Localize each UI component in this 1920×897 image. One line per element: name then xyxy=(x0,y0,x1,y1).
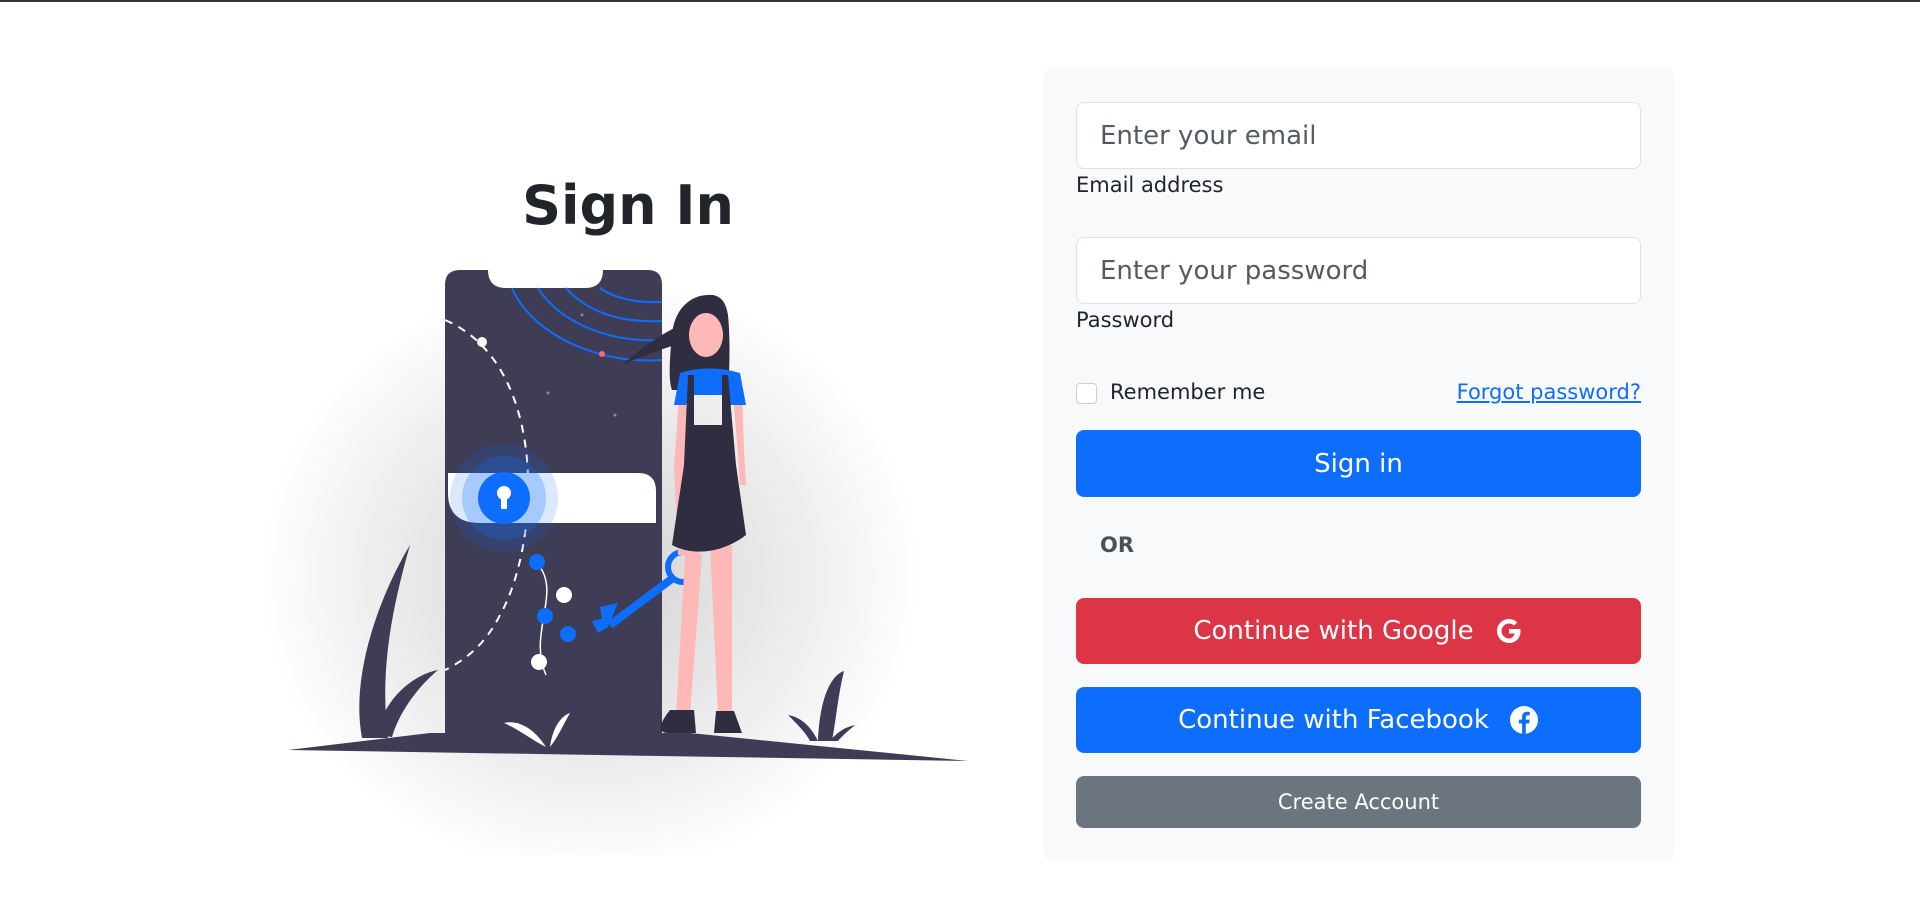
google-button-label: Continue with Google xyxy=(1193,616,1474,646)
email-field-group: Email address xyxy=(1076,102,1641,197)
google-sign-in-button[interactable]: Continue with Google xyxy=(1076,598,1641,664)
page-title: Sign In xyxy=(522,174,734,237)
or-divider: OR xyxy=(1100,533,1135,557)
remember-row: Remember me Forgot password? xyxy=(1076,377,1641,411)
facebook-icon xyxy=(1509,705,1539,735)
create-account-label: Create Account xyxy=(1277,790,1440,814)
password-label: Password xyxy=(1076,308,1175,332)
top-border xyxy=(0,0,1920,2)
password-field-group: Password xyxy=(1076,237,1641,332)
remember-checkbox[interactable] xyxy=(1076,383,1097,404)
forgot-password-link[interactable]: Forgot password? xyxy=(1457,380,1641,404)
sign-in-button[interactable]: Sign in xyxy=(1076,430,1641,497)
email-input[interactable] xyxy=(1076,102,1641,169)
sign-in-illustration xyxy=(260,255,990,875)
sign-in-card: Email address Password Remember me Forgo… xyxy=(1043,68,1675,861)
facebook-button-label: Continue with Facebook xyxy=(1178,705,1489,735)
facebook-sign-in-button[interactable]: Continue with Facebook xyxy=(1076,687,1641,753)
create-account-button[interactable]: Create Account xyxy=(1076,776,1641,828)
sign-in-label: Sign in xyxy=(1314,448,1403,479)
remember-label[interactable]: Remember me xyxy=(1110,380,1265,404)
google-icon xyxy=(1494,616,1524,646)
email-label: Email address xyxy=(1076,173,1224,197)
password-input[interactable] xyxy=(1076,237,1641,304)
